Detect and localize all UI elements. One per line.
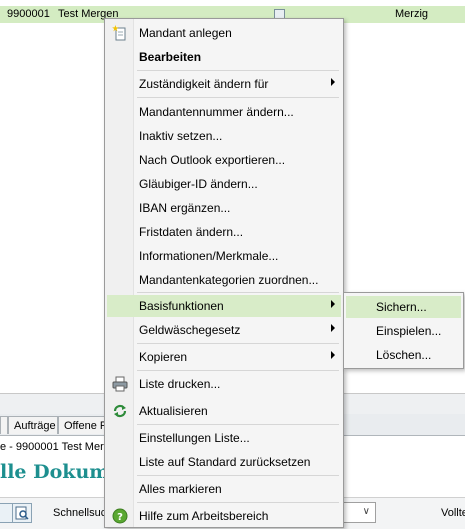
menu-item-alles-markieren[interactable]: Alles markieren: [107, 478, 341, 500]
submenu-arrow-icon: [331, 78, 335, 86]
refresh-icon: [113, 404, 127, 418]
submenu-basisfunktionen: Sichern... Einspielen... Löschen...: [343, 292, 464, 369]
menu-separator: [137, 475, 339, 476]
export-icon: [15, 506, 29, 520]
context-menu: Mandant anlegen Bearbeiten Zuständigkeit…: [104, 18, 344, 528]
menu-item-informationen[interactable]: Informationen/Merkmale...: [107, 245, 341, 267]
menu-item-iban[interactable]: IBAN ergänzen...: [107, 197, 341, 219]
printer-icon: [112, 376, 128, 392]
submenu-arrow-icon: [331, 351, 335, 359]
row-client-city: Merzig: [395, 8, 429, 20]
menu-separator: [137, 292, 339, 293]
menu-item-aktualisieren[interactable]: Aktualisieren: [107, 400, 341, 422]
menu-item-inaktiv[interactable]: Inaktiv setzen...: [107, 125, 341, 147]
menu-separator: [137, 70, 339, 71]
svg-text:?: ?: [117, 512, 123, 523]
submenu-item-einspielen[interactable]: Einspielen...: [346, 320, 461, 342]
menu-separator: [137, 97, 339, 98]
submenu-item-loeschen[interactable]: Löschen...: [346, 344, 461, 366]
help-icon: ?: [112, 508, 128, 524]
menu-item-zustaendigkeit[interactable]: Zuständigkeit ändern für: [107, 73, 341, 95]
menu-item-geldwaesche[interactable]: Geldwäschegesetz: [107, 319, 341, 341]
fulltext-label: Vollte: [441, 507, 465, 519]
menu-item-standard[interactable]: Liste auf Standard zurücksetzen: [107, 451, 341, 473]
menu-item-outlook[interactable]: Nach Outlook exportieren...: [107, 149, 341, 171]
submenu-arrow-icon: [331, 300, 335, 308]
menu-separator: [137, 502, 339, 503]
menu-separator: [137, 343, 339, 344]
menu-item-glaeubiger[interactable]: Gläubiger-ID ändern...: [107, 173, 341, 195]
menu-item-hilfe[interactable]: ? Hilfe zum Arbeitsbereich: [107, 505, 341, 527]
tab-auftraege[interactable]: Aufträge: [8, 416, 58, 434]
row-client-number: 9900001: [7, 8, 50, 20]
menu-item-liste-drucken[interactable]: Liste drucken...: [107, 373, 341, 395]
menu-item-kategorien[interactable]: Mandantenkategorien zuordnen...: [107, 269, 341, 291]
menu-item-einstellungen[interactable]: Einstellungen Liste...: [107, 427, 341, 449]
menu-item-mandantennummer[interactable]: Mandantennummer ändern...: [107, 101, 341, 123]
tab-partial[interactable]: [0, 416, 8, 434]
breadcrumb: e - 9900001 Test Merge: [0, 441, 116, 453]
toolbar-export-button[interactable]: [12, 503, 32, 523]
menu-item-fristdaten[interactable]: Fristdaten ändern...: [107, 221, 341, 243]
submenu-item-sichern[interactable]: Sichern...: [346, 296, 461, 318]
new-document-icon: [112, 25, 126, 41]
menu-item-mandant-anlegen[interactable]: Mandant anlegen: [107, 22, 341, 44]
chevron-down-icon: ∨: [362, 506, 370, 517]
search-scope-select[interactable]: ∨: [340, 502, 376, 523]
quick-search-label: Schnellsuc: [53, 507, 107, 519]
menu-item-basisfunktionen[interactable]: Basisfunktionen: [107, 295, 341, 317]
menu-separator: [137, 370, 339, 371]
submenu-arrow-icon: [331, 324, 335, 332]
menu-separator: [137, 424, 339, 425]
menu-item-kopieren[interactable]: Kopieren: [107, 346, 341, 368]
menu-item-bearbeiten[interactable]: Bearbeiten: [107, 46, 341, 68]
